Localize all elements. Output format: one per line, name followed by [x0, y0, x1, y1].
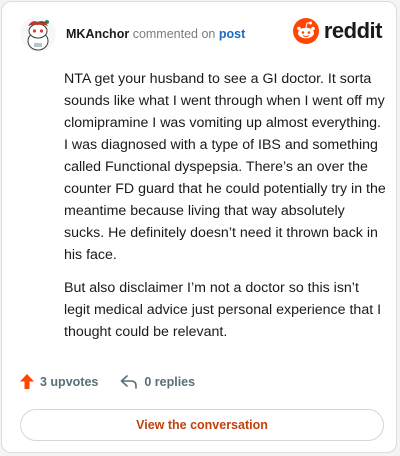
reply-button[interactable]: 0 replies [120, 375, 195, 389]
view-conversation-button[interactable]: View the conversation [20, 409, 384, 441]
avatar[interactable] [20, 16, 56, 52]
comment-body: NTA get your husband to see a GI doctor.… [64, 68, 386, 354]
reply-arrow-icon [121, 374, 138, 389]
comment-paragraph: But also disclaimer I’m not a doctor so … [64, 280, 382, 340]
upvote-arrow-icon [20, 374, 34, 389]
author-username[interactable]: MKAnchor [66, 27, 129, 41]
upvote-button[interactable]: 3 upvotes [20, 374, 98, 389]
comment-card: MKAnchor commented on post reddit NTA ge… [1, 1, 397, 453]
comment-paragraph: NTA get your husband to see a GI doctor.… [64, 71, 386, 263]
reply-count: 0 replies [144, 374, 196, 389]
comment-actions: 3 upvotes 0 replies [20, 374, 195, 389]
post-link[interactable]: post [219, 27, 245, 41]
reddit-wordmark: reddit [323, 18, 383, 43]
upvote-count: 3 upvotes [40, 374, 99, 389]
reddit-logo-icon [292, 18, 319, 44]
action-text: commented on [132, 27, 216, 41]
reddit-brand[interactable]: reddit [292, 18, 383, 44]
comment-header: MKAnchor commented on post [66, 27, 245, 41]
snoo-avatar-icon [20, 16, 56, 52]
